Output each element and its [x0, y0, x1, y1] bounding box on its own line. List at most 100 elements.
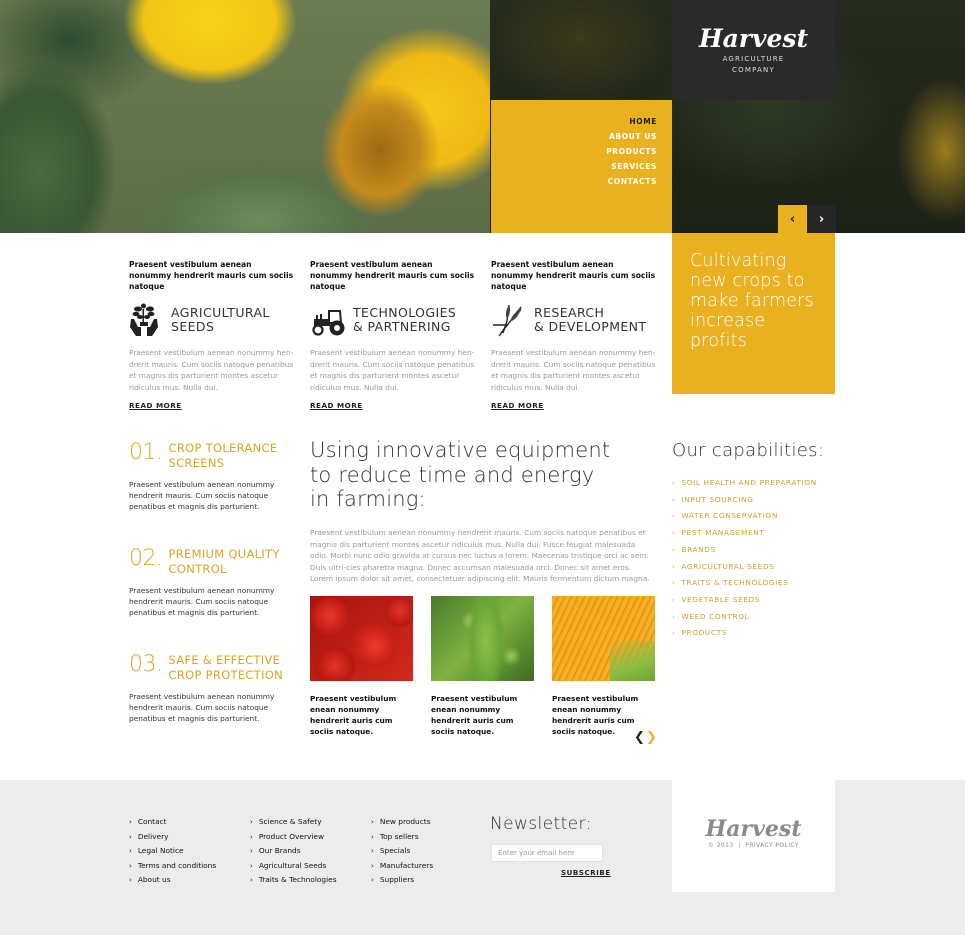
gallery-image-tomatoes[interactable]: [310, 596, 413, 681]
nav-item-services[interactable]: SERVICES: [491, 159, 657, 174]
nav-item-products[interactable]: PRODUCTS: [491, 144, 657, 159]
capability-item[interactable]: › SOIL HEALTH AND PREPARATION: [672, 475, 817, 492]
gallery-image-peas[interactable]: [431, 596, 534, 681]
chevron-right-icon: ›: [672, 562, 676, 571]
footer-link-our-brands[interactable]: › Our Brands: [250, 844, 337, 859]
read-more-link[interactable]: READ MORE: [310, 401, 363, 410]
footer-link-about-us[interactable]: › About us: [129, 873, 216, 888]
item-title-line2: SCREENS: [168, 456, 225, 470]
feature-title-line1: AGRICULTURAL: [171, 305, 270, 320]
capability-item[interactable]: › PRODUCTS: [672, 625, 817, 642]
footer-link-terms[interactable]: › Terms and conditions: [129, 859, 216, 874]
newsletter-email-input[interactable]: [491, 844, 603, 862]
gallery-caption: Praesent vestibulum enean nonummy hendre…: [310, 694, 397, 736]
item-text: Praesent vestibulum aenean nonummy hendr…: [129, 692, 275, 723]
subscribe-button[interactable]: SUBSCRIBE: [561, 869, 611, 877]
capability-item[interactable]: › TRAITS & TECHNOLOGIES: [672, 575, 817, 592]
chevron-right-icon: ›: [371, 832, 374, 841]
tractor-icon: [312, 310, 345, 336]
capability-item[interactable]: › WATER CONSERVATION: [672, 508, 817, 525]
main-heading-line1: Using innovative equipment: [310, 438, 611, 462]
item-title-line1: PREMIUM QUALITY: [168, 547, 280, 561]
footer-link-manufacturers[interactable]: › Manufacturers: [371, 859, 433, 874]
footer-link-traits-technologies[interactable]: › Traits & Technologies: [250, 873, 337, 888]
footer-link-top-sellers[interactable]: › Top sellers: [371, 830, 433, 845]
chevron-right-icon: ›: [371, 847, 374, 855]
feature-text: Praesent vestibulum aenean nonummy hen-d…: [491, 348, 656, 392]
chevron-right-icon: ›: [250, 861, 253, 870]
chevron-right-icon: ›: [250, 832, 253, 841]
chevron-right-icon: ›: [250, 876, 253, 884]
chevron-right-icon: ›: [672, 479, 676, 487]
chevron-right-icon: ›: [672, 529, 676, 538]
privacy-policy-link[interactable]: PRIVACY POLICY: [745, 842, 799, 849]
gallery-next-icon[interactable]: ❯: [646, 731, 657, 745]
footer-logo[interactable]: Harvest: [672, 816, 835, 842]
capability-item[interactable]: › WEED CONTROL: [672, 609, 817, 626]
feature-title-line2: & DEVELOPMENT: [534, 319, 647, 334]
footer-link-product-overview[interactable]: › Product Overview: [250, 830, 337, 845]
footer-link-suppliers[interactable]: › Suppliers: [371, 873, 433, 888]
feature-research: Praesent vestibulum aenean nonummy hendr…: [491, 259, 656, 412]
footer-links-col2: › Science & Safety › Product Overview › Our…: [250, 815, 337, 888]
chevron-right-icon: ›: [818, 211, 825, 227]
logo[interactable]: Harvest AGRICULTURE COMPANY: [672, 0, 835, 100]
item-number: 02.: [129, 546, 163, 571]
chevron-right-icon: ›: [672, 545, 676, 554]
capability-item[interactable]: › PEST MANAGEMENT: [672, 525, 817, 542]
feature-lead: Praesent vestibulum aenean nonummy hendr…: [310, 260, 475, 291]
chevron-right-icon: ›: [371, 876, 374, 884]
item-title-line1: SAFE & EFFECTIVE: [168, 653, 281, 667]
item-text: Praesent vestibulum aenean nonummy hendr…: [129, 480, 275, 511]
capability-item[interactable]: › BRANDS: [672, 542, 817, 559]
main-heading: Using innovative equipment to reduce tim…: [310, 438, 650, 512]
footer-link-contact[interactable]: › Contact: [129, 815, 216, 830]
capability-item[interactable]: › VEGETABLE SEEDS: [672, 592, 817, 609]
footer-link-legal-notice[interactable]: › Legal Notice: [129, 844, 216, 859]
gallery-image-corn[interactable]: [552, 596, 655, 681]
slider-next-button[interactable]: ›: [807, 205, 836, 233]
item-text: Praesent vestibulum aenean nonummy hendr…: [129, 586, 275, 617]
footer-link-agricultural-seeds[interactable]: › Agricultural Seeds: [250, 859, 337, 874]
footer-links-col1: › Contact › Delivery › Legal Notice › Terms …: [129, 815, 216, 888]
footer-link-new-products[interactable]: › New products: [371, 815, 433, 830]
chevron-right-icon: ›: [672, 629, 676, 638]
main-nav: HOME ABOUT US PRODUCTS SERVICES CONTACTS: [491, 100, 672, 233]
chevron-right-icon: ›: [672, 612, 676, 621]
logo-wordmark: Harvest: [698, 24, 809, 53]
numbered-item-2: 02. PREMIUM QUALITY CONTROL Praesent ves…: [129, 546, 294, 618]
capability-item[interactable]: › INPUT SOURCING: [672, 492, 817, 509]
chevron-right-icon: ›: [129, 847, 132, 855]
copyright-text: © 2013: [708, 842, 734, 849]
capabilities-heading: Our capabilities:: [672, 440, 825, 461]
footer-link-science-safety[interactable]: › Science & Safety: [250, 815, 337, 830]
nav-item-home[interactable]: HOME: [491, 114, 657, 129]
feature-text: Praesent vestibulum aenean nonummy hen-d…: [129, 348, 294, 392]
hands-plant-icon: [130, 303, 158, 336]
main-heading-line2: to reduce time and energy: [310, 462, 595, 487]
newsletter-heading: Newsletter:: [490, 814, 592, 834]
capabilities-list: › SOIL HEALTH AND PREPARATION › INPUT SOUR…: [672, 475, 817, 642]
sunflower-photo: [0, 0, 490, 233]
item-title-line1: CROP TOLERANCE: [168, 441, 278, 455]
read-more-link[interactable]: READ MORE: [491, 401, 544, 410]
gallery-prev-icon[interactable]: ❮: [634, 731, 645, 745]
read-more-link[interactable]: READ MORE: [129, 401, 182, 410]
nav-item-about-us[interactable]: ABOUT US: [491, 129, 657, 144]
capability-item[interactable]: › AGRICULTURAL SEEDS: [672, 559, 817, 576]
feature-agricultural-seeds: Praesent vestibulum aenean nonummy hendr…: [129, 259, 294, 412]
logo-tagline-line1: AGRICULTURE: [722, 55, 785, 63]
promo-text: Cultivating new crops to make farmers in…: [690, 251, 814, 351]
feature-title-line2: & PARTNERING: [353, 319, 451, 334]
slider-prev-button[interactable]: ‹: [778, 205, 807, 233]
footer-links-col3: › New products › Top sellers › Specials › Ma…: [371, 815, 433, 888]
item-number: 03.: [129, 652, 163, 677]
chevron-right-icon: ›: [129, 818, 132, 826]
separator: |: [738, 842, 741, 849]
footer-link-delivery[interactable]: › Delivery: [129, 830, 216, 845]
chevron-right-icon: ›: [250, 847, 253, 855]
logo-tagline-line2: COMPANY: [732, 66, 775, 74]
nav-item-contacts[interactable]: CONTACTS: [491, 174, 657, 189]
promo-box: Cultivating new crops to make farmers in…: [672, 233, 835, 394]
footer-link-specials[interactable]: › Specials: [371, 844, 433, 859]
